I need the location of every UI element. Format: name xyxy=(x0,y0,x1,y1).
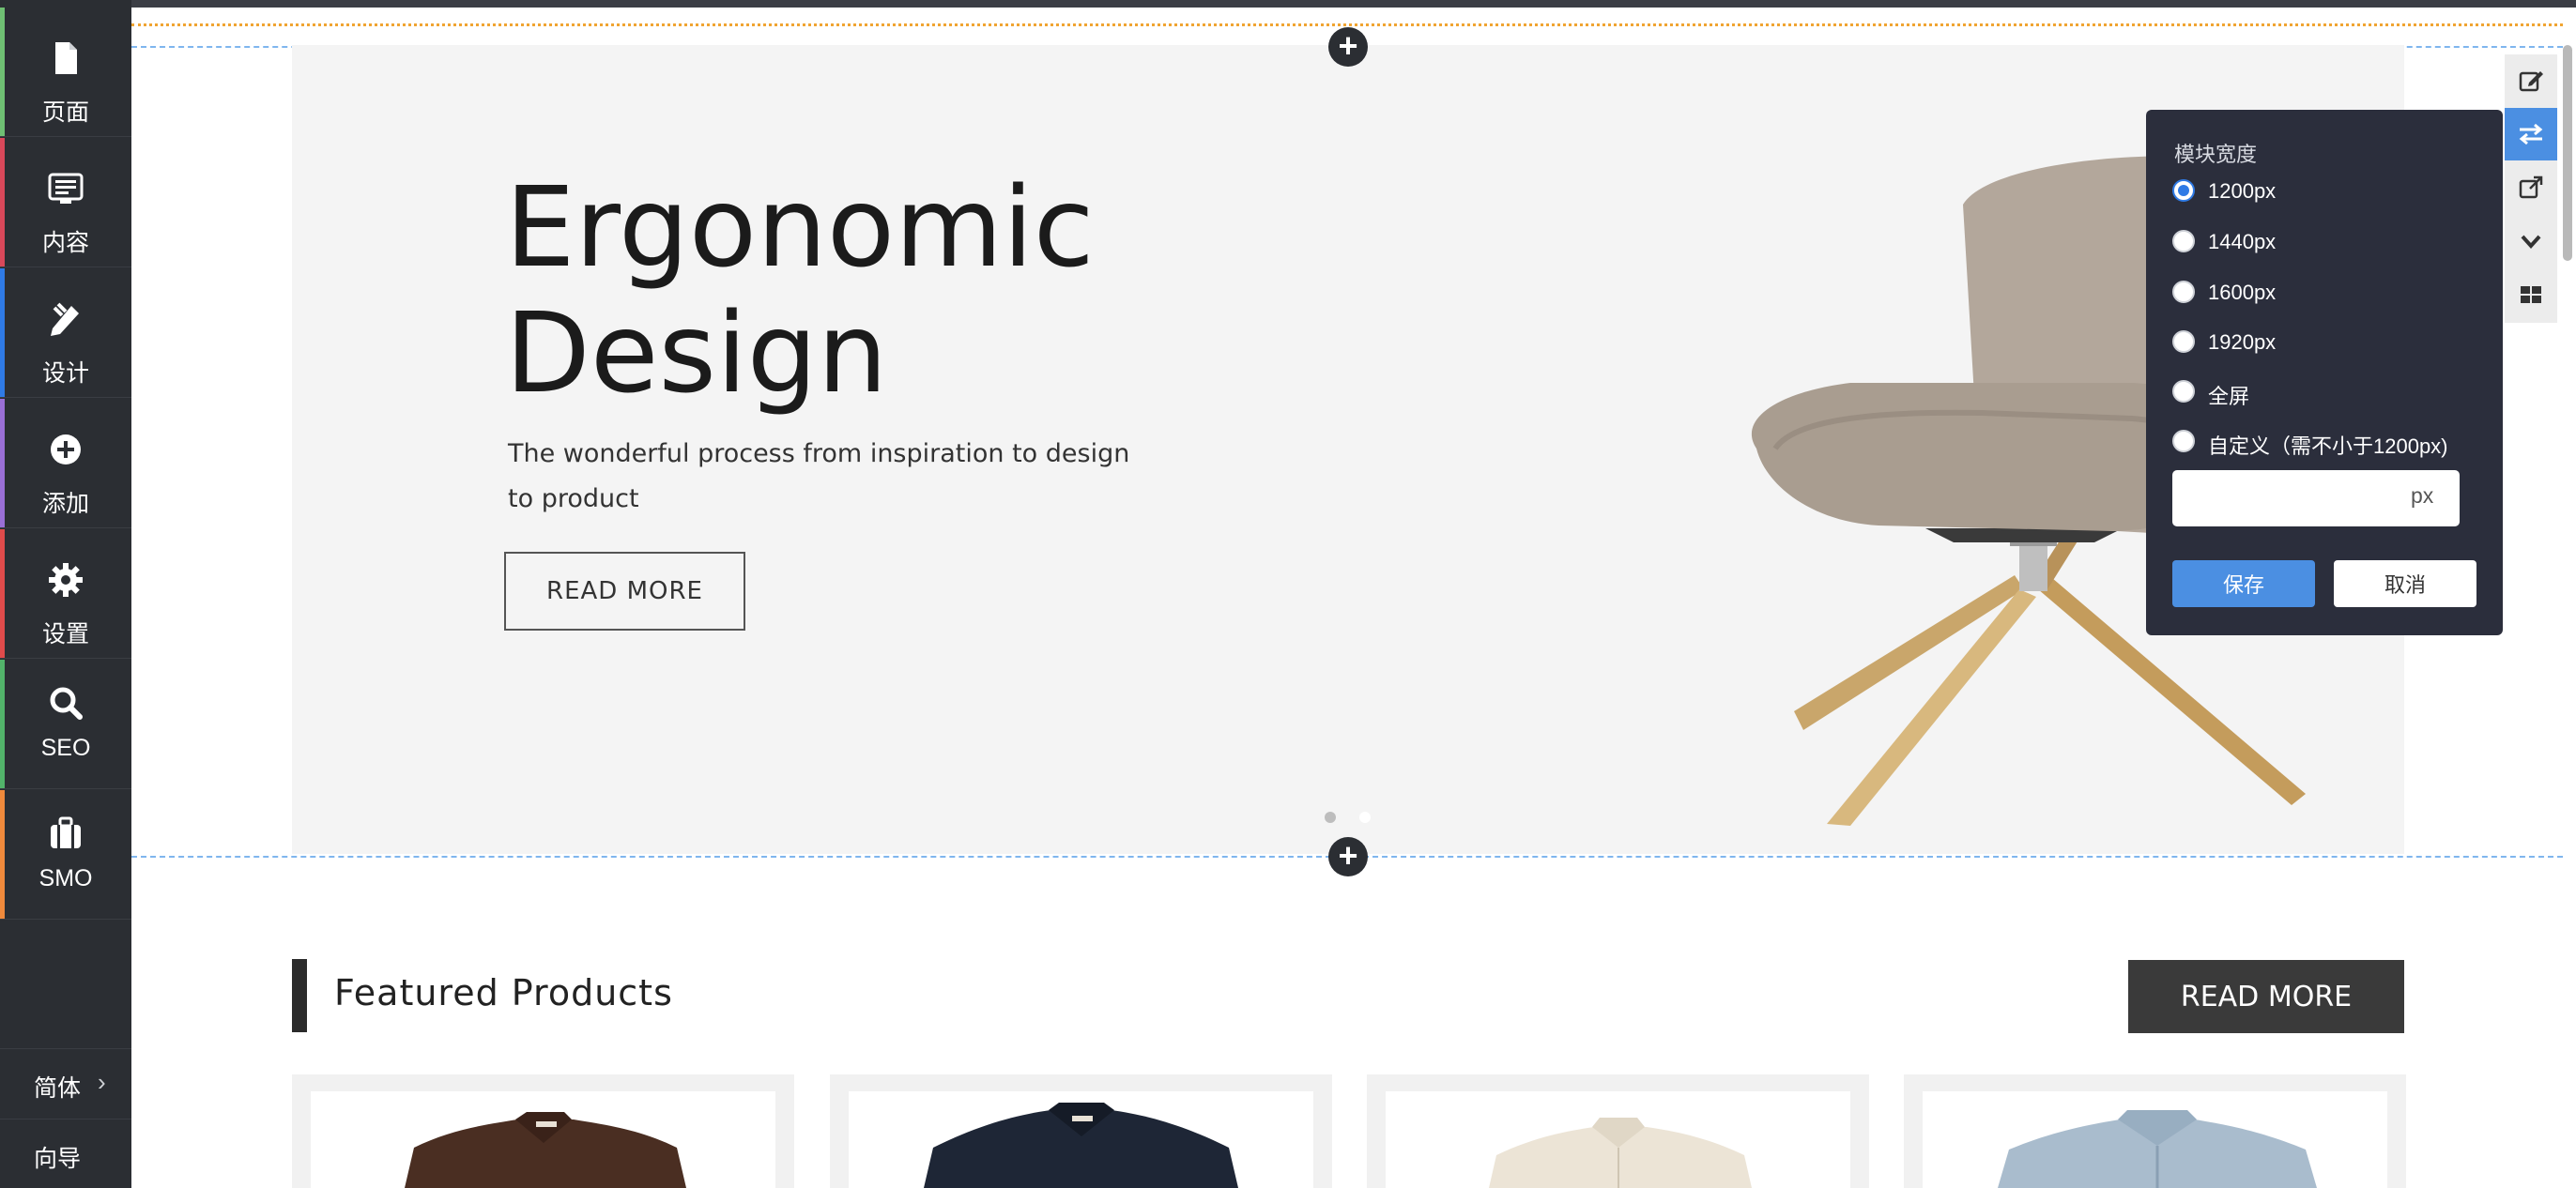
sidebar-item-content[interactable]: 内容 xyxy=(0,138,131,267)
product-card[interactable] xyxy=(830,1074,1332,1188)
guide-button[interactable]: 向导 xyxy=(0,1119,131,1188)
search-icon xyxy=(50,687,83,720)
cancel-button[interactable]: 取消 xyxy=(2334,560,2476,607)
option-label: 1600px xyxy=(2208,281,2277,304)
sidebar-item-seo[interactable]: SEO xyxy=(0,660,131,789)
grid-icon xyxy=(2521,286,2541,303)
external-link-icon xyxy=(2519,175,2543,199)
radio[interactable] xyxy=(2172,430,2195,452)
sidebar-item-add[interactable]: 添加 xyxy=(0,399,131,528)
language-switcher[interactable]: 简体 › xyxy=(0,1048,131,1118)
option-label: 1200px xyxy=(2208,179,2277,203)
scrollbar[interactable] xyxy=(2563,45,2572,261)
section-heading-bar xyxy=(292,959,307,1032)
stripe xyxy=(0,790,5,919)
hero-read-more-button[interactable]: READ MORE xyxy=(504,552,745,631)
edit-icon xyxy=(2519,71,2543,92)
product-card[interactable] xyxy=(292,1074,794,1188)
radio[interactable] xyxy=(2172,330,2195,353)
featured-read-more-button[interactable]: READ MORE xyxy=(2128,960,2404,1033)
radio[interactable] xyxy=(2172,281,2195,303)
option-label: 全屏 xyxy=(2208,385,2250,408)
open-link-button[interactable] xyxy=(2505,161,2557,214)
chevron-down-icon xyxy=(2521,235,2541,249)
sidebar-item-label: SEO xyxy=(40,735,91,761)
save-button[interactable]: 保存 xyxy=(2172,560,2315,607)
layout-button[interactable] xyxy=(2505,268,2557,321)
width-button[interactable] xyxy=(2505,108,2557,160)
product-image xyxy=(311,1091,775,1188)
radio[interactable] xyxy=(2172,380,2195,403)
move-down-button[interactable] xyxy=(2505,215,2557,267)
sidebar-item-label: 添加 xyxy=(41,491,89,517)
cream-shirt-image xyxy=(1489,1118,1752,1188)
top-bar xyxy=(0,0,2576,8)
hero-subtitle: The wonderful process from inspiration t… xyxy=(508,439,1130,513)
language-label: 简体 xyxy=(34,1075,82,1102)
hero-title-line1: Ergonomic xyxy=(505,162,1095,292)
option-label: 1440px xyxy=(2208,230,2277,253)
chevron-right-icon: › xyxy=(98,1068,106,1096)
product-image xyxy=(1386,1091,1850,1188)
product-card[interactable] xyxy=(1904,1074,2406,1188)
product-image xyxy=(849,1091,1313,1188)
module-toolbar xyxy=(2505,54,2557,323)
sidebar-item-label: 设置 xyxy=(41,621,89,647)
briefcase-icon xyxy=(51,816,81,848)
unit-label: px xyxy=(2411,483,2434,508)
carousel-dot[interactable] xyxy=(1325,812,1336,823)
add-module-below-button[interactable]: + xyxy=(1328,837,1368,876)
stripe xyxy=(0,660,5,788)
denim-jacket-image xyxy=(1998,1110,2317,1188)
add-icon xyxy=(51,434,81,465)
option-label: 自定义（需不小于1200px) xyxy=(2208,434,2448,458)
sidebar-item-settings[interactable]: 设置 xyxy=(0,529,131,659)
carousel-dot[interactable] xyxy=(1359,812,1371,823)
sidebar-item-label: SMO xyxy=(38,865,93,891)
gear-icon xyxy=(49,563,83,597)
guide-label: 向导 xyxy=(34,1146,82,1172)
add-module-above-button[interactable]: + xyxy=(1328,27,1368,67)
sidebar-item-label: 页面 xyxy=(41,99,89,126)
page-icon xyxy=(55,42,77,74)
sidebar-item-design[interactable]: 设计 xyxy=(0,268,131,398)
brown-shirt-image xyxy=(405,1112,686,1188)
navy-shirt-image xyxy=(924,1103,1238,1188)
sidebar-item-label: 内容 xyxy=(41,230,89,256)
sidebar-item-smo[interactable]: SMO xyxy=(0,790,131,920)
design-icon xyxy=(51,302,79,336)
sidebar-item-page[interactable]: 页面 xyxy=(0,8,131,137)
radio[interactable] xyxy=(2172,230,2195,252)
module-width-popup: 模块宽度 1200px 1440px 1600px 1920px 全屏 自定义（… xyxy=(2146,110,2503,635)
swap-arrows-icon xyxy=(2519,123,2543,145)
featured-products-title: Featured Products xyxy=(334,972,673,1013)
hero-title-line2: Design xyxy=(505,288,888,418)
left-sidebar: 页面 内容 设计 添加 设置 SEO SMO 简体 › 向导 xyxy=(0,0,131,1188)
radio-selected[interactable] xyxy=(2172,179,2195,202)
content-icon xyxy=(48,173,84,204)
product-image xyxy=(1923,1091,2387,1188)
product-card[interactable] xyxy=(1367,1074,1869,1188)
popup-title: 模块宽度 xyxy=(2174,143,2258,166)
hero-title: Ergonomic Design xyxy=(505,164,1256,416)
sidebar-item-label: 设计 xyxy=(41,360,89,387)
edit-button[interactable] xyxy=(2505,54,2557,107)
option-label: 1920px xyxy=(2208,330,2277,354)
